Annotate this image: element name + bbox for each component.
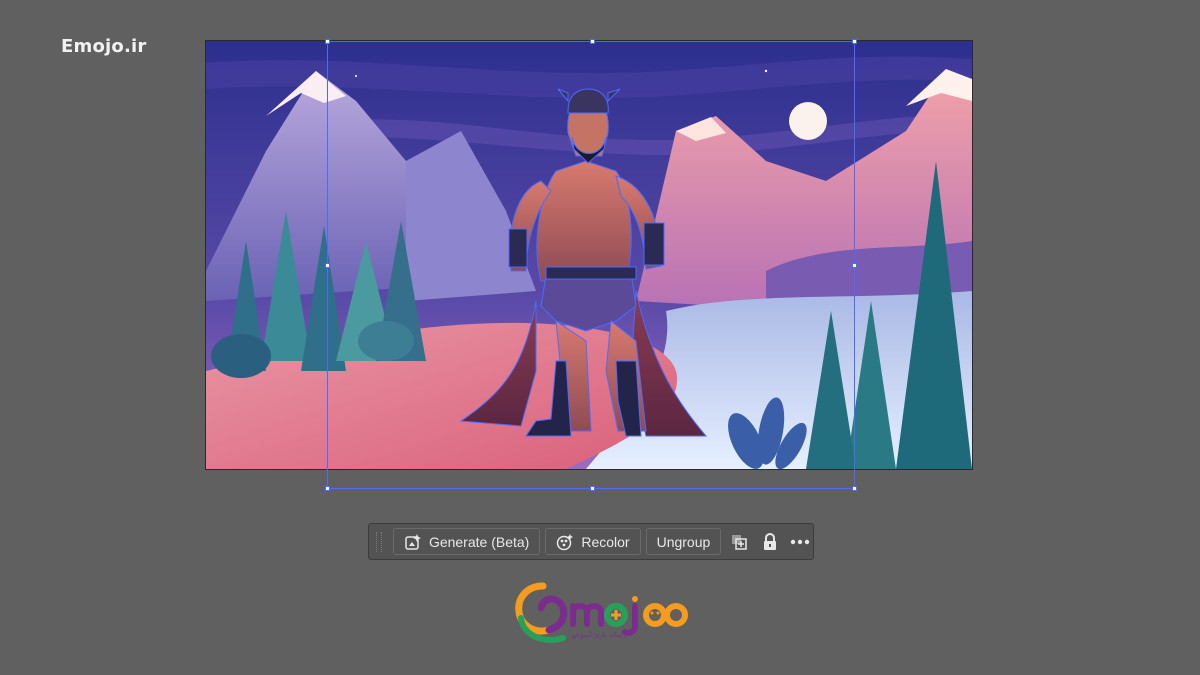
more-options-button[interactable] bbox=[787, 528, 813, 555]
lock-button[interactable] bbox=[757, 528, 783, 555]
arrange-icon bbox=[732, 534, 747, 550]
ungroup-button[interactable]: Ungroup bbox=[645, 528, 722, 555]
recolor-icon bbox=[557, 533, 574, 550]
ungroup-label: Ungroup bbox=[656, 533, 711, 550]
recolor-label: Recolor bbox=[581, 533, 630, 550]
logo-tagline: رسانه بازی ایموجو bbox=[571, 631, 626, 639]
resize-handle-bottom-left[interactable] bbox=[325, 486, 330, 491]
site-watermark: Emojo.ir bbox=[61, 36, 147, 57]
resize-handle-top[interactable] bbox=[590, 39, 595, 44]
emojo-logo: رسانه بازی ایموجو bbox=[515, 578, 690, 648]
resize-handle-bottom-right[interactable] bbox=[852, 486, 857, 491]
generate-beta-label: Generate (Beta) bbox=[428, 533, 530, 550]
artboard-illustration[interactable] bbox=[205, 40, 973, 470]
arrange-button[interactable] bbox=[726, 528, 752, 555]
lock-icon bbox=[763, 532, 776, 550]
resize-handle-bottom[interactable] bbox=[590, 486, 595, 491]
emojo-logo-graphic: رسانه بازی ایموجو bbox=[515, 582, 688, 643]
generative-ai-icon bbox=[405, 533, 421, 550]
resize-handle-top-right[interactable] bbox=[852, 39, 857, 44]
resize-handle-left[interactable] bbox=[325, 263, 330, 268]
more-options-icon bbox=[791, 539, 810, 544]
resize-handle-right[interactable] bbox=[852, 263, 857, 268]
recolor-button[interactable]: Recolor bbox=[545, 528, 641, 555]
drag-grip-icon[interactable] bbox=[376, 531, 382, 552]
contextual-task-bar: Generate (Beta) Recolor Ungroup bbox=[368, 523, 814, 560]
resize-handle-top-left[interactable] bbox=[325, 39, 330, 44]
generate-beta-button[interactable]: Generate (Beta) bbox=[392, 528, 541, 555]
fantasy-warrior-illustration bbox=[206, 41, 972, 469]
